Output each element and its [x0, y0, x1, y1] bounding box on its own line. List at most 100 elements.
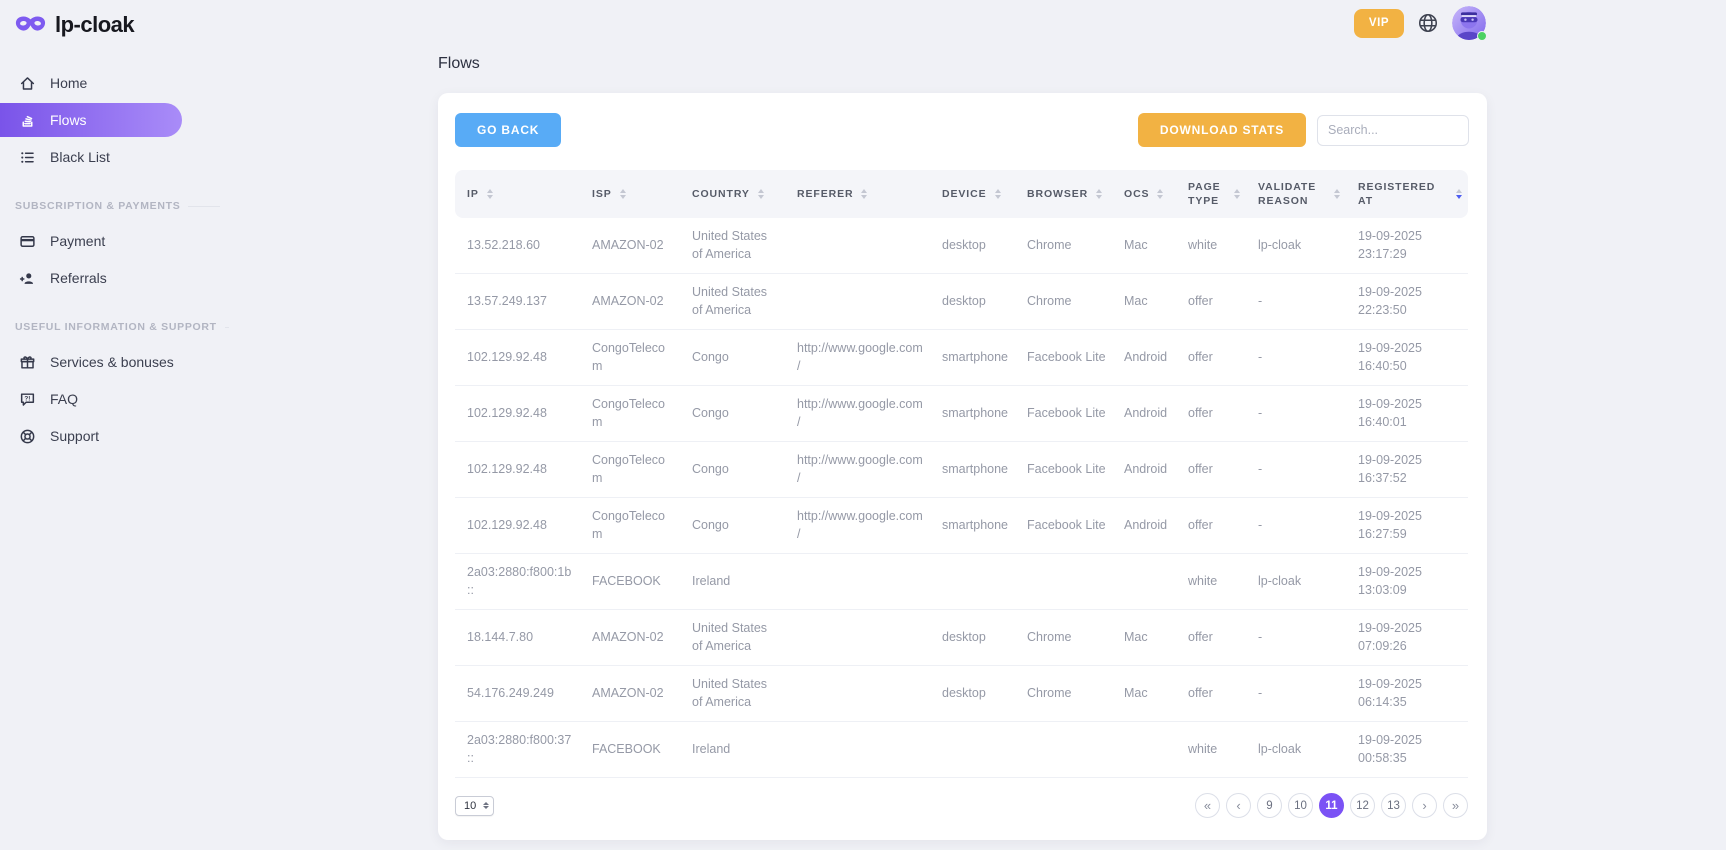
- table-row: 54.176.249.249AMAZON-02United States of …: [455, 666, 1468, 722]
- sidebar-item-services-bonuses[interactable]: Services & bonuses: [0, 345, 220, 379]
- cell-ip: 102.129.92.48: [455, 330, 580, 386]
- sidebar-item-flows[interactable]: Flows: [0, 103, 182, 137]
- cell-device: [930, 722, 1015, 778]
- vip-button[interactable]: VIP: [1354, 9, 1404, 38]
- cell-country: Congo: [680, 442, 785, 498]
- sidebar-section-header: Subscription & payments: [0, 200, 220, 212]
- cell-page_type: offer: [1176, 666, 1246, 722]
- language-button[interactable]: [1417, 12, 1439, 34]
- sidebar-item-payment[interactable]: Payment: [0, 224, 220, 258]
- payment-icon: [18, 233, 36, 250]
- cell-validate_reason: -: [1246, 330, 1346, 386]
- page-title: Flows: [438, 55, 1487, 73]
- home-icon: [18, 75, 36, 92]
- pagination-page-9[interactable]: 9: [1257, 793, 1282, 818]
- cell-browser: Facebook Lite: [1015, 498, 1112, 554]
- cell-ip: 102.129.92.48: [455, 498, 580, 554]
- cell-device: desktop: [930, 218, 1015, 274]
- column-label: VALIDATE REASON: [1258, 180, 1326, 208]
- table-row: 18.144.7.80AMAZON-02United States of Ame…: [455, 610, 1468, 666]
- download-stats-button[interactable]: DOWNLOAD STATS: [1138, 113, 1306, 147]
- table-row: 2a03:2880:f800:1b::FACEBOOKIrelandwhitel…: [455, 554, 1468, 610]
- user-avatar[interactable]: [1452, 6, 1486, 40]
- cell-browser: Chrome: [1015, 666, 1112, 722]
- pagination-first-button[interactable]: «: [1195, 793, 1220, 818]
- table-body: 13.52.218.60AMAZON-02United States of Am…: [455, 218, 1468, 778]
- pagination-last-button[interactable]: »: [1443, 793, 1468, 818]
- flows-table: IPISPCOUNTRYREFERER DEVICE BROWSER OCS PAGE …: [455, 170, 1468, 778]
- cell-ip: 13.57.249.137: [455, 274, 580, 330]
- cell-ocs: Android: [1112, 330, 1176, 386]
- cell-validate_reason: -: [1246, 498, 1346, 554]
- cell-device: desktop: [930, 610, 1015, 666]
- cell-ip: 54.176.249.249: [455, 666, 580, 722]
- cell-isp: AMAZON-02: [580, 666, 680, 722]
- page-size-select[interactable]: 10: [455, 796, 494, 816]
- sidebar-item-black-list[interactable]: Black List: [0, 140, 220, 174]
- sort-icon: [758, 189, 764, 199]
- column-header-validate_reason[interactable]: VALIDATE REASON: [1246, 170, 1346, 218]
- cell-referer: [785, 666, 930, 722]
- flows-icon: [18, 112, 36, 129]
- column-header-isp[interactable]: ISP: [580, 170, 680, 218]
- column-header-ip[interactable]: IP: [455, 170, 580, 218]
- column-header-browser[interactable]: BROWSER: [1015, 170, 1112, 218]
- online-status-dot: [1477, 31, 1487, 41]
- column-label: DEVICE: [942, 187, 987, 201]
- sort-icon: [487, 189, 493, 199]
- cell-isp: AMAZON-02: [580, 274, 680, 330]
- cell-isp: CongoTelecom: [580, 330, 680, 386]
- sort-icon: [1334, 189, 1340, 199]
- cell-device: smartphone: [930, 330, 1015, 386]
- cell-ocs: Mac: [1112, 274, 1176, 330]
- cell-registered_at: 19-09-2025 16:40:01: [1346, 386, 1468, 442]
- sidebar-item-label: Support: [50, 428, 99, 444]
- go-back-button[interactable]: GO BACK: [455, 113, 561, 147]
- column-header-country[interactable]: COUNTRY: [680, 170, 785, 218]
- cell-referer: http://www.google.com/: [785, 330, 930, 386]
- brand-logo[interactable]: lp-cloak: [0, 0, 220, 38]
- cell-validate_reason: lp-cloak: [1246, 218, 1346, 274]
- cell-page_type: offer: [1176, 442, 1246, 498]
- cell-device: desktop: [930, 666, 1015, 722]
- sidebar-item-home[interactable]: Home: [0, 66, 220, 100]
- cell-ocs: [1112, 722, 1176, 778]
- column-header-ocs[interactable]: OCS: [1112, 170, 1176, 218]
- cell-validate_reason: -: [1246, 274, 1346, 330]
- column-header-page_type[interactable]: PAGE TYPE: [1176, 170, 1246, 218]
- pagination-page-12[interactable]: 12: [1350, 793, 1375, 818]
- sidebar-item-referrals[interactable]: Referrals: [0, 261, 220, 295]
- cell-browser: Chrome: [1015, 274, 1112, 330]
- cell-country: United States of America: [680, 274, 785, 330]
- cell-country: Ireland: [680, 554, 785, 610]
- cell-browser: Chrome: [1015, 218, 1112, 274]
- column-header-referer[interactable]: REFERER: [785, 170, 930, 218]
- cell-ocs: Mac: [1112, 666, 1176, 722]
- cell-referer: [785, 218, 930, 274]
- cell-page_type: offer: [1176, 274, 1246, 330]
- column-label: BROWSER: [1027, 187, 1088, 201]
- cell-registered_at: 19-09-2025 23:17:29: [1346, 218, 1468, 274]
- pagination-next-button[interactable]: ›: [1412, 793, 1437, 818]
- topbar-right: VIP: [1354, 6, 1486, 40]
- pagination-page-11[interactable]: 11: [1319, 793, 1344, 818]
- sidebar-item-faq[interactable]: ?!FAQ: [0, 382, 220, 416]
- pagination-prev-button[interactable]: ‹: [1226, 793, 1251, 818]
- pagination-page-13[interactable]: 13: [1381, 793, 1406, 818]
- sidebar-item-label: Flows: [50, 112, 87, 128]
- cell-validate_reason: -: [1246, 442, 1346, 498]
- pagination-page-10[interactable]: 10: [1288, 793, 1313, 818]
- cell-registered_at: 19-09-2025 16:27:59: [1346, 498, 1468, 554]
- table-row: 102.129.92.48CongoTelecomCongohttp://www…: [455, 330, 1468, 386]
- search-input[interactable]: [1317, 115, 1469, 146]
- cell-page_type: offer: [1176, 498, 1246, 554]
- column-label: PAGE TYPE: [1188, 180, 1226, 208]
- cell-page_type: white: [1176, 554, 1246, 610]
- cell-validate_reason: -: [1246, 610, 1346, 666]
- cell-browser: Chrome: [1015, 610, 1112, 666]
- cell-referer: http://www.google.com/: [785, 386, 930, 442]
- cell-validate_reason: -: [1246, 666, 1346, 722]
- column-header-registered_at[interactable]: REGISTERED AT: [1346, 170, 1468, 218]
- column-header-device[interactable]: DEVICE: [930, 170, 1015, 218]
- sidebar-item-support[interactable]: Support: [0, 419, 220, 453]
